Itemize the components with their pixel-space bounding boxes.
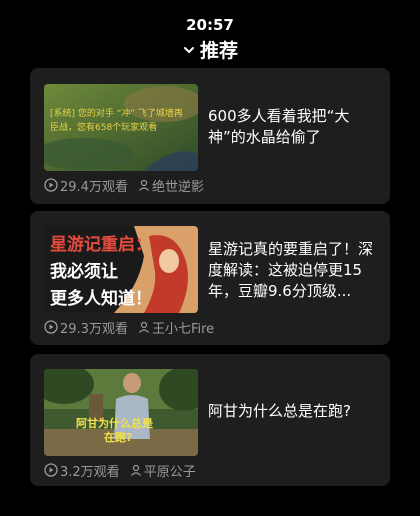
video-card[interactable]: 星游记重启： 我必须让 更多人知道！ 星游记真的要重启了！深度解读：这被迫停更1…	[30, 211, 390, 345]
thumbnail-caption: 臣战，您有658个玩家观看	[50, 121, 157, 133]
thumbnail-caption: 在跑?	[104, 430, 132, 444]
video-thumbnail[interactable]: 星游记重启： 我必须让 更多人知道！	[44, 226, 198, 313]
video-title[interactable]: 600多人看着我把“大神”的水晶给偷了	[208, 106, 378, 148]
author-name[interactable]: 绝世逆影	[152, 176, 204, 195]
user-icon	[130, 464, 141, 476]
video-title[interactable]: 阿甘为什么总是在跑?	[208, 401, 378, 422]
thumbnail-caption: 星游记重启：	[50, 234, 152, 255]
user-icon	[139, 179, 149, 191]
view-count: 29.3万观看	[60, 321, 128, 337]
page-title: 推荐	[199, 40, 238, 62]
play-icon	[44, 320, 58, 334]
video-meta: 3.2万观看 平原公子	[44, 461, 196, 480]
view-count: 3.2万观看	[60, 464, 120, 480]
video-card[interactable]: [系统] 您的对手 “冲” 飞了城墙再 臣战，您有658个玩家观看 600多人看…	[30, 68, 390, 204]
video-card[interactable]: 阿甘为什么总是 在跑? 阿甘为什么总是在跑? 3.2万观看 平原公子	[30, 354, 390, 486]
thumbnail-caption: 阿甘为什么总是	[76, 416, 154, 430]
video-thumbnail[interactable]: 阿甘为什么总是 在跑?	[44, 369, 198, 456]
status-time: 20:57	[186, 16, 234, 34]
video-title[interactable]: 星游记真的要重启了！深度解读：这被迫停更15年，豆瓣9.6分顶级...	[208, 239, 378, 302]
video-thumbnail[interactable]: [系统] 您的对手 “冲” 飞了城墙再 臣战，您有658个玩家观看	[44, 84, 198, 171]
chevron-down-icon	[183, 46, 194, 53]
user-icon	[139, 321, 149, 333]
play-icon	[44, 463, 58, 477]
thumbnail-caption: 我必须让	[50, 261, 118, 282]
author-name[interactable]: 平原公子	[144, 461, 196, 480]
view-count: 29.4万观看	[60, 179, 128, 195]
thumbnail-caption: [系统] 您的对手 “冲” 飞了城墙再	[50, 107, 183, 119]
feed-selector[interactable]: 推荐	[0, 36, 420, 63]
thumbnail-caption: 更多人知道！	[50, 288, 152, 309]
video-meta: 29.4万观看 绝世逆影	[44, 176, 204, 195]
video-meta: 29.3万观看 王小七Fire	[44, 318, 214, 337]
author-name[interactable]: 王小七Fire	[152, 318, 214, 337]
play-icon	[44, 178, 58, 192]
